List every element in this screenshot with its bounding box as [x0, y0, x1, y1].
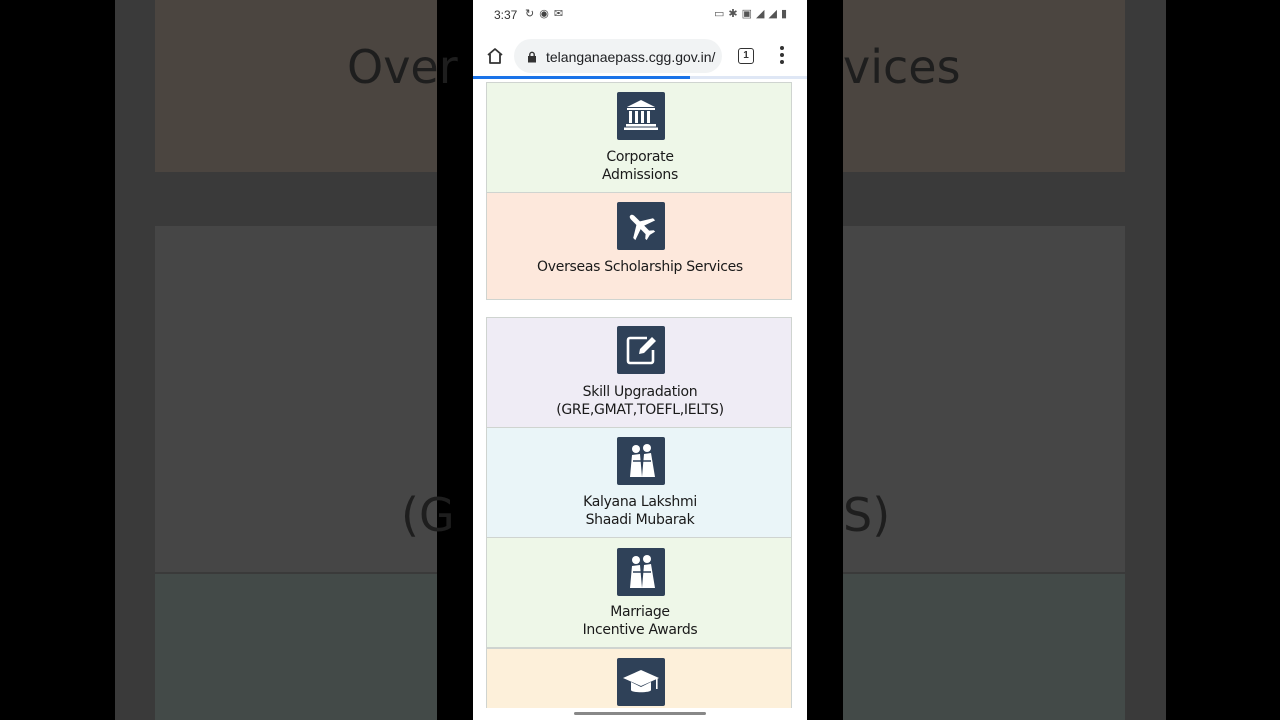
- card-label-line1: Kalyana Lakshmi: [583, 494, 697, 510]
- card-label-line2: Shaadi Mubarak: [585, 512, 695, 528]
- status-time: 3:37: [494, 8, 518, 22]
- background-block: [155, 574, 437, 720]
- home-icon: [487, 48, 503, 64]
- menu-dot-icon: [780, 60, 784, 64]
- notification-icons: ↻◉✉: [525, 7, 568, 20]
- background-text: vices: [843, 40, 961, 94]
- card-label-line2: Admissions: [602, 167, 678, 183]
- service-card-scholarship[interactable]: [486, 648, 792, 708]
- status-bar: 3:37 ↻◉✉ ▭✱▣◢◢▮: [473, 0, 807, 30]
- menu-dot-icon: [780, 53, 784, 57]
- bluetooth-icon: ✱: [728, 8, 742, 20]
- edit-icon: [617, 326, 665, 374]
- url-text: telanganaepass.cgg.gov.in/: [546, 49, 716, 65]
- airplane-icon: [617, 202, 665, 250]
- wedding-couple-icon: [617, 437, 665, 485]
- background-right-panel: vices S): [843, 0, 1166, 720]
- page-load-progress: [473, 76, 807, 79]
- volte-icon: ▣: [741, 8, 756, 20]
- gesture-nav-handle[interactable]: [574, 712, 706, 715]
- sync-icon: ↻: [525, 8, 540, 20]
- lock-icon: [528, 51, 536, 63]
- record-icon: ◉: [539, 8, 554, 20]
- signal-icon: ◢: [768, 8, 781, 20]
- service-card-kalyana-lakshmi[interactable]: Kalyana Lakshmi Shaadi Mubarak: [486, 427, 792, 538]
- tab-switcher-button[interactable]: 1: [738, 48, 754, 64]
- battery-icon: ▮: [780, 8, 791, 20]
- card-label-line2: Incentive Awards: [582, 622, 698, 638]
- background-text: Over: [347, 40, 458, 94]
- overflow-menu-button[interactable]: [778, 46, 786, 66]
- service-card-overseas-scholarship[interactable]: Overseas Scholarship Services: [486, 192, 792, 300]
- graduation-cap-icon: [617, 658, 665, 706]
- home-button[interactable]: [485, 46, 505, 66]
- card-label-line2: (GRE,GMAT,TOEFL,IELTS): [556, 402, 724, 418]
- background-block: [155, 226, 437, 572]
- service-card-marriage-incentive[interactable]: Marriage Incentive Awards: [486, 537, 792, 648]
- background-text: S): [843, 488, 891, 542]
- url-bar[interactable]: telanganaepass.cgg.gov.in/: [514, 39, 722, 73]
- background-text: (G: [401, 488, 455, 542]
- phone-screen: 3:37 ↻◉✉ ▭✱▣◢◢▮ telanganaepass.cgg.gov.i…: [473, 0, 807, 720]
- page-content: Corporate Admissions Overseas Scholarshi…: [473, 80, 807, 708]
- card-label-line1: Skill Upgradation: [582, 384, 698, 400]
- system-status-icons: ▭✱▣◢◢▮: [714, 7, 791, 20]
- background-left-panel: Over (G: [115, 0, 458, 720]
- menu-dot-icon: [780, 46, 784, 50]
- bank-icon: [617, 92, 665, 140]
- browser-toolbar: telanganaepass.cgg.gov.in/ 1: [473, 36, 807, 76]
- cast-icon: ▭: [713, 8, 729, 20]
- signal-icon: ◢: [756, 8, 769, 20]
- background-block: [843, 574, 1125, 720]
- card-label-line1: Marriage: [610, 604, 670, 620]
- service-card-corporate-admissions[interactable]: Corporate Admissions: [486, 82, 792, 193]
- service-card-skill-upgradation[interactable]: Skill Upgradation (GRE,GMAT,TOEFL,IELTS): [486, 317, 792, 428]
- wedding-couple-icon: [617, 548, 665, 596]
- card-label-line1: Overseas Scholarship Services: [537, 259, 743, 275]
- mail-icon: ✉: [553, 8, 569, 20]
- card-label-line1: Corporate: [606, 149, 674, 165]
- progress-fill: [473, 76, 691, 79]
